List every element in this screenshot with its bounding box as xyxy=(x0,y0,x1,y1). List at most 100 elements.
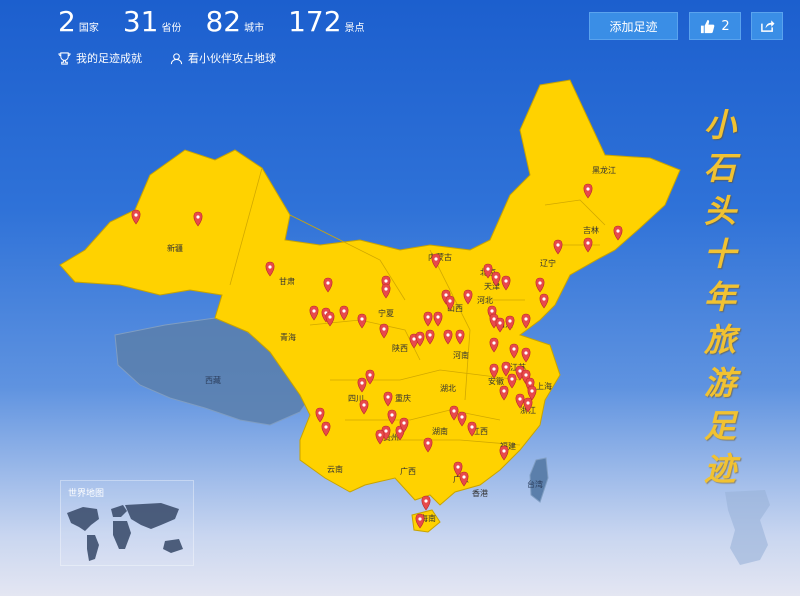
stat-countries-value: 2 xyxy=(58,5,76,38)
title-char: 年 xyxy=(703,278,736,316)
location-pin-dot xyxy=(538,281,542,285)
location-pin-dot xyxy=(452,409,456,413)
location-pin-dot xyxy=(470,425,474,429)
location-pin-dot xyxy=(508,319,512,323)
stat-attractions-unit: 景点 xyxy=(344,23,365,34)
friends-link[interactable]: 看小伙伴攻占地球 xyxy=(170,50,276,66)
location-pin-dot xyxy=(390,413,394,417)
location-pin-dot xyxy=(504,279,508,283)
title-char: 迹 xyxy=(703,450,736,488)
location-pin-dot xyxy=(424,499,428,503)
location-pin-dot xyxy=(492,317,496,321)
location-pin-dot xyxy=(526,401,530,405)
like-count: 2 xyxy=(721,18,730,34)
location-pin-dot xyxy=(384,279,388,283)
location-pin-dot xyxy=(542,297,546,301)
location-pin-dot xyxy=(490,309,494,313)
svg-text:台湾: 台湾 xyxy=(527,479,543,489)
world-map-icon xyxy=(67,503,183,561)
location-pin-dot xyxy=(418,517,422,521)
stat-countries-unit: 国家 xyxy=(78,23,99,34)
location-pin-dot xyxy=(494,275,498,279)
vertical-title: 小 石 头 十 年 旅 游 足 迹 xyxy=(700,104,740,491)
location-pin-dot xyxy=(384,287,388,291)
location-pin-dot xyxy=(412,337,416,341)
location-pin-dot xyxy=(342,309,346,313)
svg-text:广西: 广西 xyxy=(400,466,416,476)
location-pin-dot xyxy=(504,365,508,369)
title-char: 足 xyxy=(703,407,736,445)
location-pin-dot xyxy=(502,389,506,393)
svg-text:重庆: 重庆 xyxy=(395,393,411,403)
location-pin-dot xyxy=(328,315,332,319)
location-pin-dot xyxy=(360,317,364,321)
svg-text:河北: 河北 xyxy=(477,295,493,305)
title-char: 小 xyxy=(703,106,736,144)
location-pin-dot xyxy=(418,335,422,339)
svg-text:香港: 香港 xyxy=(472,488,488,498)
stat-cities-value: 82 xyxy=(205,5,242,38)
location-pin-dot xyxy=(460,415,464,419)
svg-text:新疆: 新疆 xyxy=(167,243,183,253)
svg-text:青海: 青海 xyxy=(280,332,296,342)
location-pin-dot xyxy=(586,187,590,191)
south-sea-inset xyxy=(725,490,770,565)
location-pin-dot xyxy=(462,475,466,479)
svg-text:宁夏: 宁夏 xyxy=(378,308,394,318)
location-pin-dot xyxy=(362,403,366,407)
location-pin-dot xyxy=(492,367,496,371)
location-pin-dot xyxy=(378,433,382,437)
svg-text:安徽: 安徽 xyxy=(488,376,504,386)
svg-text:辽宁: 辽宁 xyxy=(540,258,556,268)
stat-provinces: 31 省份 xyxy=(123,6,182,38)
svg-text:陕西: 陕西 xyxy=(392,343,408,353)
title-char: 旅 xyxy=(703,321,736,359)
location-pin-dot xyxy=(324,425,328,429)
location-pin-dot xyxy=(134,213,138,217)
location-pin-dot xyxy=(426,315,430,319)
location-pin-dot xyxy=(196,215,200,219)
trophy-icon xyxy=(58,51,71,65)
title-char: 游 xyxy=(703,364,736,402)
location-pin-dot xyxy=(458,333,462,337)
location-pin-dot xyxy=(312,309,316,313)
share-button[interactable] xyxy=(751,12,783,40)
stat-provinces-unit: 省份 xyxy=(161,23,182,34)
svg-text:湖南: 湖南 xyxy=(432,426,448,436)
achievements-link[interactable]: 我的足迹成就 xyxy=(58,50,142,66)
stat-attractions-value: 172 xyxy=(288,5,342,38)
location-pin-dot xyxy=(510,377,514,381)
like-button[interactable]: 2 xyxy=(689,12,741,40)
location-pin-dot xyxy=(486,267,490,271)
title-char: 十 xyxy=(703,235,736,273)
location-pin-dot xyxy=(436,315,440,319)
svg-text:上海: 上海 xyxy=(536,381,552,391)
location-pin-dot xyxy=(448,299,452,303)
world-map-thumbnail[interactable]: 世界地图 xyxy=(60,480,194,566)
location-pin-dot xyxy=(268,265,272,269)
svg-text:河南: 河南 xyxy=(453,350,469,360)
svg-text:湖北: 湖北 xyxy=(440,384,456,393)
location-pin-dot xyxy=(384,429,388,433)
china-visited-region[interactable] xyxy=(59,79,681,506)
location-pin-dot xyxy=(386,395,390,399)
add-footprint-button[interactable]: 添加足迹 xyxy=(589,12,678,40)
stat-countries: 2 国家 xyxy=(58,6,99,38)
thumbs-up-icon xyxy=(701,19,715,33)
location-pin-dot xyxy=(586,241,590,245)
location-pin-dot xyxy=(444,293,448,297)
share-icon xyxy=(760,20,774,32)
sub-links: 我的足迹成就 看小伙伴攻占地球 xyxy=(58,50,276,66)
location-pin[interactable] xyxy=(421,495,431,511)
achievements-label: 我的足迹成就 xyxy=(76,52,142,65)
user-icon xyxy=(170,52,183,64)
location-pin-dot xyxy=(466,293,470,297)
title-char: 头 xyxy=(703,192,736,230)
location-pin-dot xyxy=(446,333,450,337)
svg-text:黑龙江: 黑龙江 xyxy=(592,165,616,175)
stat-provinces-value: 31 xyxy=(122,5,159,38)
title-char: 石 xyxy=(703,149,736,187)
stat-attractions: 172 景点 xyxy=(288,6,364,38)
location-pin-dot xyxy=(524,317,528,321)
svg-text:甘肃: 甘肃 xyxy=(279,276,295,286)
